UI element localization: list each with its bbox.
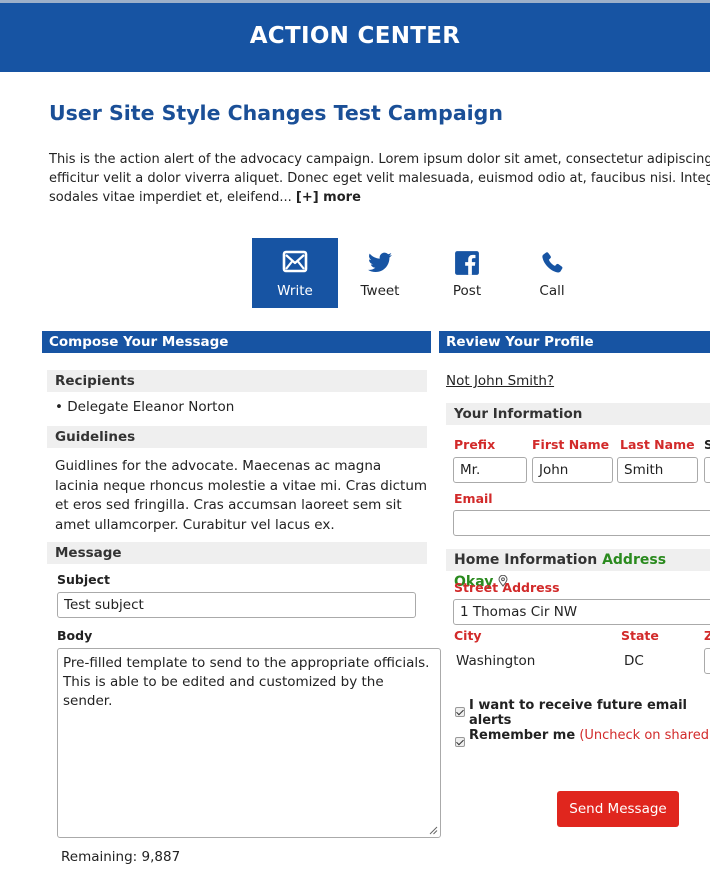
suffix-label: S <box>704 437 710 452</box>
remember-me-checkbox[interactable] <box>455 737 465 747</box>
tab-label: Tweet <box>360 283 400 299</box>
compose-heading: Compose Your Message <box>42 331 431 353</box>
description-line: This is the action alert of the advocacy… <box>49 152 710 167</box>
tab-label: Write <box>277 283 313 299</box>
first-name-label: First Name <box>532 437 610 452</box>
header-title: ACTION CENTER <box>249 23 461 49</box>
guidelines-heading: Guidelines <box>47 426 427 448</box>
more-link[interactable]: [+] more <box>296 190 361 205</box>
first-name-input[interactable]: John <box>532 457 613 483</box>
description-line: sodales vitae imperdiet et, eleifend... … <box>49 190 361 205</box>
email-input[interactable] <box>453 510 710 536</box>
state-label: State <box>621 628 659 643</box>
body-label: Body <box>57 628 93 643</box>
guidelines-text: Guidlines for the advocate. Maecenas ac … <box>55 458 428 533</box>
city-label: City <box>454 628 482 643</box>
email-alerts-checkbox[interactable] <box>455 707 465 717</box>
not-user-link[interactable]: Not John Smith? <box>446 373 554 389</box>
last-name-input[interactable]: Smith <box>617 457 698 483</box>
twitter-icon <box>368 252 392 272</box>
state-value: DC <box>624 653 644 669</box>
remember-me-row: Remember me (Uncheck on shared com <box>469 728 710 743</box>
campaign-description: This is the action alert of the advocacy… <box>49 150 710 207</box>
facebook-icon <box>455 251 479 275</box>
profile-heading: Review Your Profile <box>439 331 710 353</box>
remember-note: (Uncheck on shared com <box>579 728 710 743</box>
prefix-input[interactable]: Mr. <box>453 457 527 483</box>
your-info-heading: Your Information <box>446 403 710 425</box>
envelope-icon <box>282 250 308 273</box>
email-alerts-label: I want to receive future email alerts <box>469 698 688 728</box>
tab-post[interactable]: Post <box>424 238 510 308</box>
tab-call[interactable]: Call <box>509 238 595 308</box>
description-line: efficitur velit a dolor viverra aliquet.… <box>49 171 710 186</box>
email-label: Email <box>454 491 493 506</box>
phone-icon <box>542 252 563 273</box>
remaining-count: Remaining: 9,887 <box>61 849 181 865</box>
zip-input[interactable]: 2 <box>704 648 710 674</box>
home-info-heading: Home Information Address Okay <box>446 549 710 590</box>
send-message-button[interactable]: Send Message <box>557 791 679 827</box>
subject-label: Subject <box>57 572 110 587</box>
prefix-label: Prefix <box>454 437 496 452</box>
header-bar: ACTION CENTER <box>0 0 710 72</box>
subject-input[interactable]: Test subject <box>57 592 416 618</box>
zip-label: Z <box>704 628 710 643</box>
tab-write[interactable]: Write <box>252 238 338 308</box>
tab-label: Call <box>539 283 565 299</box>
recipient-item: • Delegate Eleanor Norton <box>55 399 235 415</box>
body-textarea[interactable]: Pre-filled template to send to the appro… <box>57 648 441 838</box>
message-heading: Message <box>47 542 427 564</box>
street-input[interactable]: 1 Thomas Cir NW <box>453 599 710 625</box>
city-value: Washington <box>456 653 536 669</box>
recipients-heading: Recipients <box>47 370 427 392</box>
resize-grip-icon[interactable] <box>428 825 438 835</box>
street-label: Street Address <box>454 580 560 595</box>
campaign-title: User Site Style Changes Test Campaign <box>49 101 503 125</box>
suffix-input[interactable] <box>704 457 710 483</box>
tab-label: Post <box>452 283 482 299</box>
last-name-label: Last Name <box>620 437 695 452</box>
tab-tweet[interactable]: Tweet <box>337 238 423 308</box>
